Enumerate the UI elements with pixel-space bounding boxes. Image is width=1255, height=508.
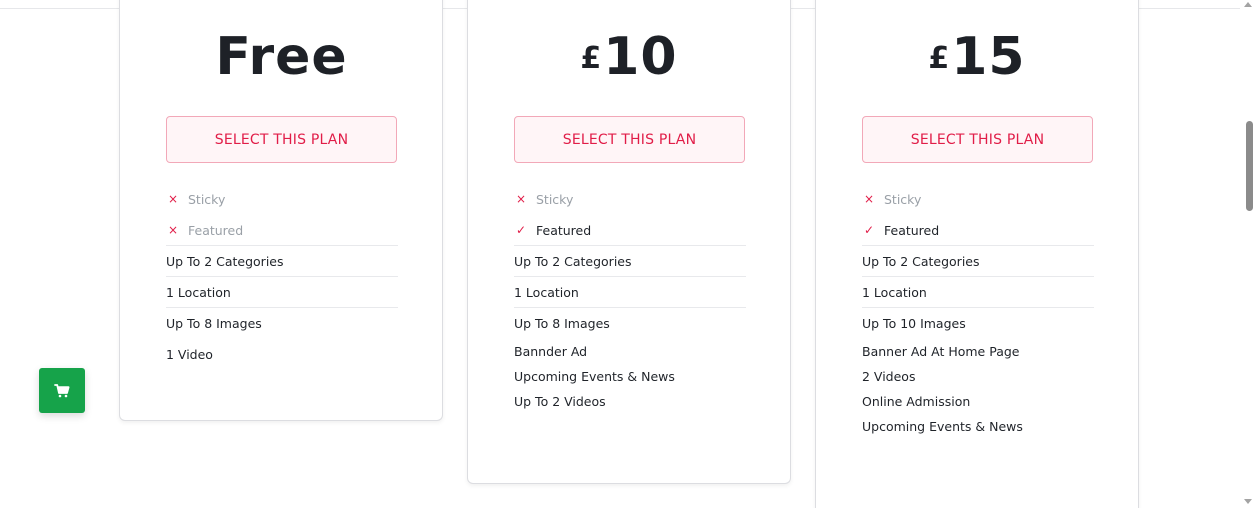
feature-label: 2 Videos bbox=[862, 369, 916, 384]
price-currency: £ bbox=[580, 41, 603, 76]
feature-item: Bannder Ad bbox=[514, 339, 746, 364]
scroll-up-icon[interactable] bbox=[1244, 2, 1252, 7]
feature-label: Banner Ad At Home Page bbox=[862, 344, 1020, 359]
plan-card-10: £10 SELECT THIS PLAN × Sticky ✓ Featured U… bbox=[467, 0, 791, 484]
scroll-thumb[interactable] bbox=[1246, 121, 1253, 211]
feature-item: 1 Location bbox=[862, 277, 1094, 308]
feature-label: Sticky bbox=[188, 192, 226, 207]
plan-price: Free bbox=[120, 26, 442, 88]
feature-item: × Sticky bbox=[862, 184, 1094, 215]
feature-item: Up To 8 Images bbox=[166, 308, 398, 339]
plan-price: £15 bbox=[816, 26, 1138, 88]
feature-label: Up To 2 Categories bbox=[862, 253, 980, 269]
check-icon: ✓ bbox=[863, 222, 875, 237]
feature-item: Upcoming Events & News bbox=[514, 364, 746, 389]
cross-icon: × bbox=[863, 192, 875, 206]
feature-label: 1 Location bbox=[514, 284, 579, 300]
feature-label: Up To 2 Categories bbox=[514, 253, 632, 269]
feature-label: Up To 8 Images bbox=[514, 316, 610, 331]
feature-item: 1 Location bbox=[514, 277, 746, 308]
feature-item: Upcoming Events & News bbox=[862, 414, 1094, 439]
feature-item: Online Admission bbox=[862, 389, 1094, 414]
scroll-down-icon[interactable] bbox=[1244, 499, 1252, 504]
select-plan-button[interactable]: SELECT THIS PLAN bbox=[862, 116, 1093, 163]
feature-label: Featured bbox=[188, 222, 244, 238]
select-plan-button[interactable]: SELECT THIS PLAN bbox=[166, 116, 397, 163]
feature-label: Sticky bbox=[884, 192, 922, 207]
pricing-page: Free SELECT THIS PLAN × Sticky × Featured … bbox=[0, 0, 1255, 508]
feature-label: Up To 2 Videos bbox=[514, 394, 606, 409]
feature-item: ✓ Featured bbox=[514, 215, 746, 246]
cross-icon: × bbox=[167, 222, 179, 237]
feature-label: 1 Location bbox=[166, 284, 231, 300]
feature-item: Up To 2 Categories bbox=[166, 246, 398, 277]
price-currency: £ bbox=[928, 41, 951, 76]
cart-icon bbox=[54, 383, 70, 397]
feature-label: Upcoming Events & News bbox=[862, 419, 1023, 434]
feature-item: 1 Location bbox=[166, 277, 398, 308]
feature-label: Up To 2 Categories bbox=[166, 253, 284, 269]
feature-label: Bannder Ad bbox=[514, 344, 588, 359]
feature-list: × Sticky × Featured Up To 2 Categories 1 L… bbox=[166, 184, 398, 370]
feature-item: Up To 8 Images bbox=[514, 308, 746, 339]
price-amount: Free bbox=[215, 27, 348, 87]
feature-label: 1 Video bbox=[166, 347, 213, 362]
feature-label: Up To 10 Images bbox=[862, 316, 966, 331]
cross-icon: × bbox=[167, 192, 179, 206]
feature-label: Featured bbox=[884, 222, 940, 238]
feature-label: Sticky bbox=[536, 192, 574, 207]
page-scrollbar[interactable] bbox=[1240, 0, 1255, 508]
feature-list: × Sticky ✓ Featured Up To 2 Categories 1 L… bbox=[862, 184, 1094, 439]
feature-label: Online Admission bbox=[862, 394, 971, 409]
feature-list: × Sticky ✓ Featured Up To 2 Categories 1 L… bbox=[514, 184, 746, 414]
feature-item: × Sticky bbox=[166, 184, 398, 215]
plan-card-15: £15 SELECT THIS PLAN × Sticky ✓ Featured U… bbox=[815, 0, 1139, 508]
feature-item: × Featured bbox=[166, 215, 398, 246]
check-icon: ✓ bbox=[515, 222, 527, 237]
feature-label: Featured bbox=[536, 222, 592, 238]
feature-label: 1 Location bbox=[862, 284, 927, 300]
price-amount: 10 bbox=[603, 27, 678, 87]
cart-button[interactable] bbox=[39, 368, 85, 413]
feature-item: 2 Videos bbox=[862, 364, 1094, 389]
feature-item: Up To 2 Categories bbox=[514, 246, 746, 277]
cross-icon: × bbox=[515, 192, 527, 206]
feature-item: 1 Video bbox=[166, 339, 398, 370]
feature-item: ✓ Featured bbox=[862, 215, 1094, 246]
feature-item: Up To 2 Videos bbox=[514, 389, 746, 414]
select-plan-button[interactable]: SELECT THIS PLAN bbox=[514, 116, 745, 163]
feature-label: Up To 8 Images bbox=[166, 316, 262, 331]
feature-item: Up To 2 Categories bbox=[862, 246, 1094, 277]
feature-item: × Sticky bbox=[514, 184, 746, 215]
feature-item: Up To 10 Images bbox=[862, 308, 1094, 339]
plan-card-free: Free SELECT THIS PLAN × Sticky × Featured … bbox=[119, 0, 443, 421]
feature-item: Banner Ad At Home Page bbox=[862, 339, 1094, 364]
feature-label: Upcoming Events & News bbox=[514, 369, 675, 384]
price-amount: 15 bbox=[951, 27, 1026, 87]
plan-price: £10 bbox=[468, 26, 790, 88]
